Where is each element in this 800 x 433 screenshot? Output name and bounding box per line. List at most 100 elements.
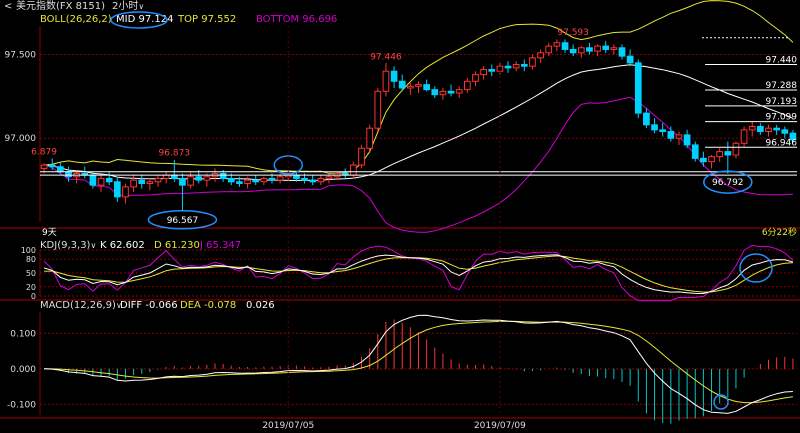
candle-body (773, 127, 780, 131)
candle-body (634, 62, 642, 114)
chart-screen: < 美元指数(FX 8151) 2小时∨ BOLL(26,26,2) MID 9… (0, 0, 800, 433)
candle-body (203, 176, 211, 181)
candle-body (512, 64, 520, 69)
callout-circle (713, 394, 729, 410)
candle-body (594, 45, 601, 52)
candle-body (716, 151, 724, 158)
candle-body (691, 144, 699, 159)
candle-body (187, 176, 194, 186)
candle-body (553, 42, 561, 47)
candle-body (781, 129, 789, 134)
candle-body (89, 174, 97, 186)
candle-body (765, 127, 772, 133)
candle-body (268, 177, 276, 181)
candle-body (227, 177, 235, 183)
price-annotation: 97.593 (557, 28, 589, 38)
candle-body (65, 171, 72, 178)
candle-body (447, 90, 455, 94)
macd-axis-tick: 0.000 (10, 365, 36, 375)
candle-body (537, 52, 544, 59)
price-level-label: 97.193 (766, 97, 798, 107)
candle-body (667, 131, 675, 139)
price-annotation: 96.873 (159, 149, 191, 159)
price-axis-tick: 97.000 (5, 134, 37, 144)
macd-axis-tick: 0.100 (10, 329, 36, 339)
candle-body (382, 70, 390, 92)
price-level-label: 97.440 (766, 56, 798, 66)
candle-body (643, 112, 650, 126)
price-annotation: 96.567 (167, 216, 199, 226)
chart-canvas[interactable]: 97.500 97.000 97.440 97.288 97.193 97.099 96.9… (0, 0, 800, 433)
candle-body (463, 80, 471, 91)
candle-body (651, 124, 658, 131)
candle-body (748, 126, 756, 131)
candle-body (602, 45, 610, 50)
candle-body (757, 126, 764, 133)
candle-body (561, 42, 569, 50)
candle-body (179, 177, 186, 186)
candle-body (317, 177, 325, 183)
candle-body (146, 181, 154, 184)
candle-body (520, 64, 528, 67)
candle-body (626, 55, 634, 64)
candle-body (358, 147, 365, 166)
candle-body (236, 181, 243, 184)
candle-body (162, 174, 170, 179)
candle-body (423, 84, 430, 91)
candle-body (244, 179, 251, 184)
candle-body (390, 70, 398, 82)
kdj-axis-tick: 100 (21, 246, 36, 255)
candle-body (529, 57, 536, 67)
candle-body (407, 85, 414, 89)
candle-body (724, 151, 732, 156)
time-axis-label: 2019/07/09 (474, 421, 526, 431)
candle-body (569, 48, 577, 54)
candle-body (374, 90, 382, 129)
candle-body (57, 166, 64, 173)
candle-body (309, 179, 317, 183)
candle-body (350, 164, 357, 176)
candle-body (708, 156, 715, 163)
candle-body (366, 127, 374, 149)
kdj-axis-tick: 80 (26, 255, 36, 264)
kdj-axis-tick: 20 (26, 283, 36, 292)
price-axis-tick: 97.500 (5, 50, 37, 60)
candle-body (488, 69, 496, 72)
candle-body (195, 176, 203, 181)
price-level-label: 97.099 (766, 113, 798, 123)
kdj-axis-tick: 0 (31, 292, 36, 301)
candle-body (97, 177, 105, 186)
candle-body (472, 74, 479, 82)
candle-body (260, 177, 268, 183)
candle-body (732, 142, 740, 156)
candle-body (415, 84, 422, 87)
candle-body (431, 89, 439, 96)
price-annotation: 6.879 (31, 148, 57, 158)
price-annotation: 96.792 (712, 178, 744, 188)
candle-body (659, 129, 667, 133)
candle-body (455, 89, 463, 94)
candle-body (48, 164, 56, 168)
main-right-footer: 6分22秒 (762, 226, 797, 238)
candle-body (138, 179, 146, 184)
candle-body (610, 47, 618, 50)
time-axis-label: 2019/07/05 (262, 421, 314, 431)
candle-body (740, 129, 748, 144)
candle-body (113, 181, 121, 198)
price-level-label: 97.288 (766, 81, 798, 91)
candle-body (130, 179, 137, 188)
candle-body (683, 134, 691, 146)
boll-bottom-line (43, 96, 793, 233)
price-level-label: 96.946 (766, 138, 798, 148)
candle-body (618, 47, 626, 57)
price-annotation: 97.446 (370, 53, 402, 63)
candle-body (700, 157, 707, 163)
macd-axis-tick: -0.100 (7, 400, 36, 410)
candle-body (577, 47, 585, 54)
kdj-axis-tick: 50 (26, 269, 36, 278)
candle-body (504, 65, 512, 69)
candle-body (398, 80, 406, 89)
candle-body (480, 69, 487, 76)
candle-body (325, 176, 333, 179)
candle-body (122, 186, 129, 198)
